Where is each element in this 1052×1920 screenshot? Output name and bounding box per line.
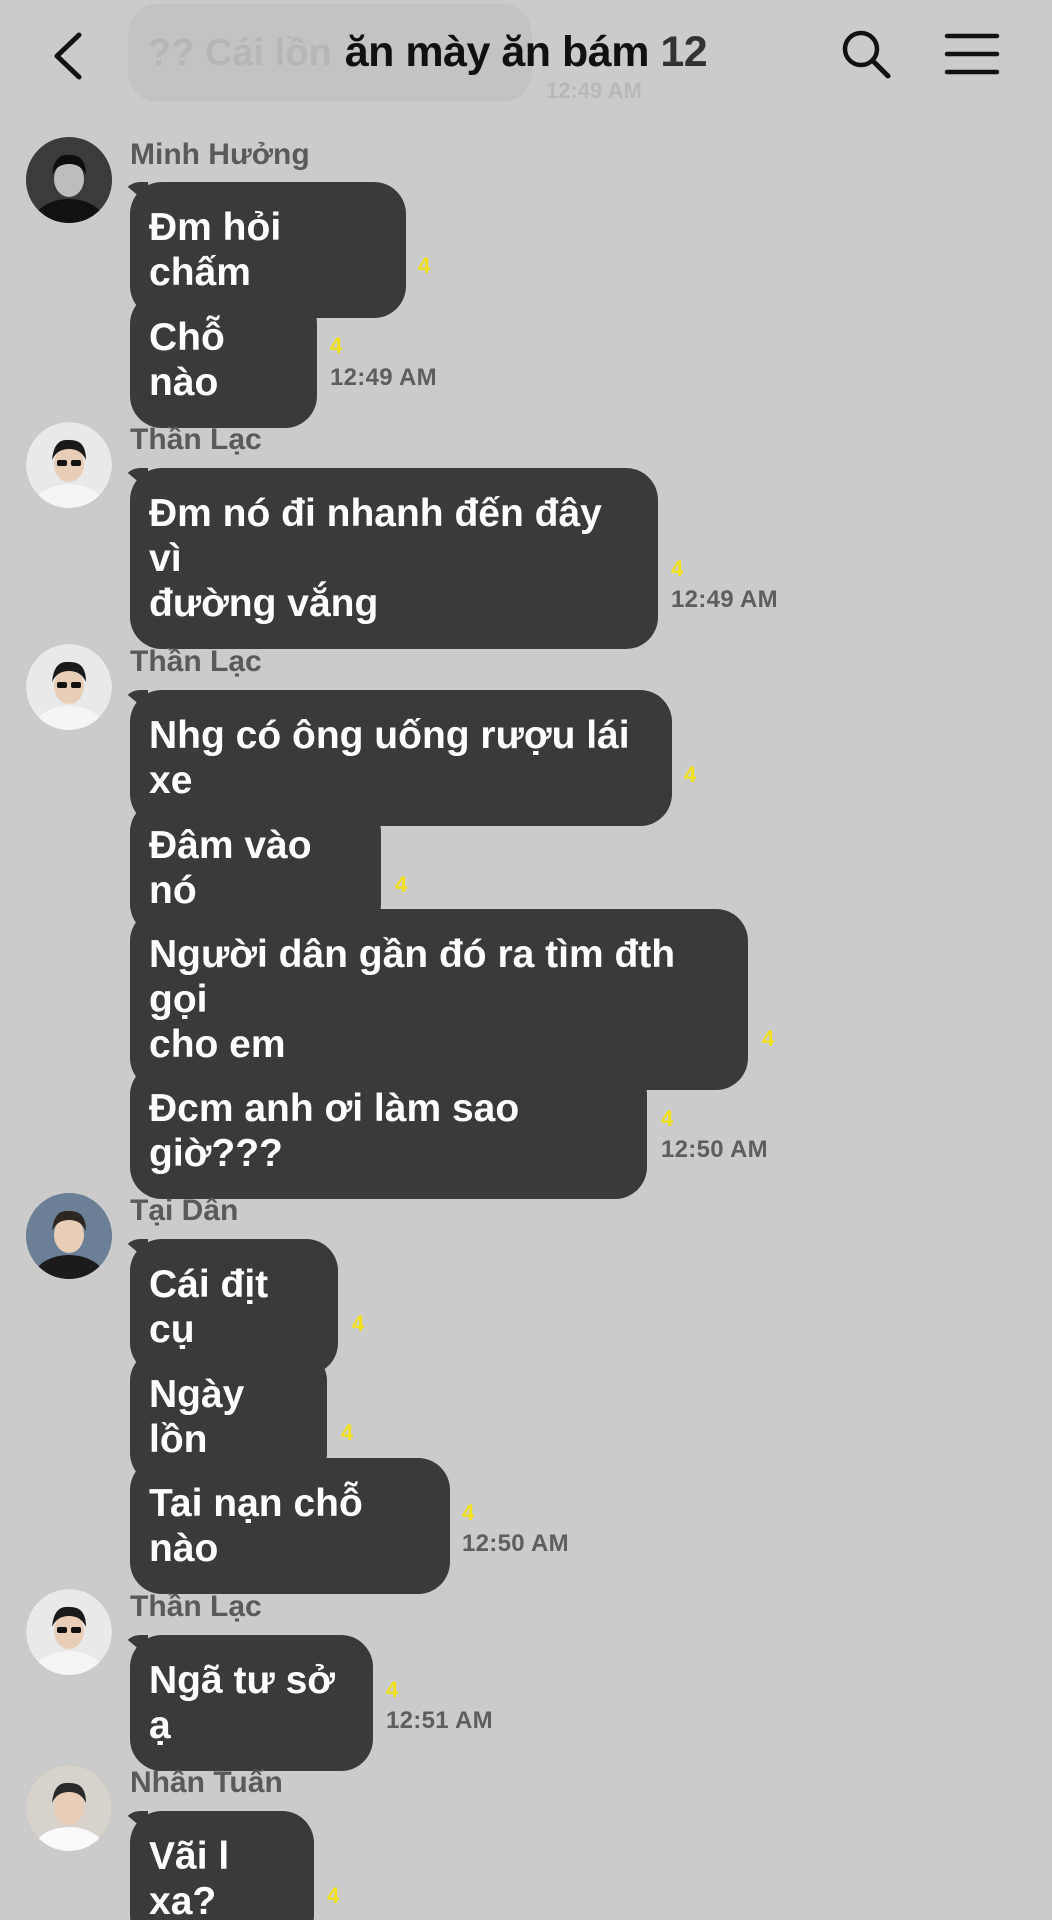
unread-count: 4 [418, 253, 431, 278]
message-timestamp: 12:49 AM [671, 586, 778, 613]
unread-count: 4 [341, 1420, 354, 1445]
sender-name: Nhân Tuấn [130, 1766, 283, 1799]
avatar[interactable] [26, 137, 112, 223]
sender-name: Thần Lạc [130, 1590, 262, 1623]
message-bubble[interactable]: Tai nạn chỗ nào [130, 1458, 450, 1594]
chat-title[interactable]: ăn mày ăn bám 12 [0, 28, 1052, 77]
unread-count: 4 [462, 1500, 475, 1525]
search-icon [842, 30, 891, 79]
menu-button[interactable] [944, 30, 1000, 78]
sender-name: Tại Dân [130, 1194, 239, 1227]
avatar[interactable] [26, 1589, 112, 1675]
unread-count: 4 [395, 872, 408, 897]
unread-count: 4 [762, 1026, 775, 1051]
message-bubble[interactable]: Đm nó đi nhanh đến đây vì đường vắng [130, 468, 658, 649]
message-bubble[interactable]: Vãi l xa? [130, 1811, 314, 1920]
unread-count: 4 [661, 1106, 674, 1131]
sender-name: Thần Lạc [130, 645, 262, 678]
message-bubble[interactable]: Đcm anh ơi làm sao giờ??? [130, 1063, 647, 1199]
message-text: Đm hỏi chấm [149, 206, 282, 294]
unread-count: 4 [330, 333, 343, 358]
message-timestamp: 12:50 AM [462, 1530, 569, 1557]
chat-header: ăn mày ăn bám 12 [0, 0, 1052, 112]
message-timestamp: 12:51 AM [386, 1707, 493, 1734]
message-text: Đcm anh ơi làm sao giờ??? [149, 1087, 520, 1175]
search-button[interactable] [840, 28, 892, 80]
message-text: Ngã tư sở ạ [149, 1659, 335, 1747]
message-text: Cái địt cụ [149, 1263, 269, 1351]
unread-count: 4 [386, 1677, 399, 1702]
message-text: Vãi l xa? [149, 1835, 230, 1920]
sender-name: Thần Lạc [130, 423, 262, 456]
message-bubble[interactable]: Ngã tư sở ạ [130, 1635, 373, 1771]
avatar[interactable] [26, 644, 112, 730]
member-count: 12 [660, 28, 708, 76]
hamburger-menu-icon [944, 33, 1000, 75]
chat-screen: ?? Cái lồn 12:49 AM ăn mày ăn bám 12 Min… [0, 0, 1052, 1920]
message-text: Chỗ nào [149, 316, 225, 404]
message-text: Người dân gần đó ra tìm đth gọi cho em [149, 933, 676, 1066]
message-bubble[interactable]: Chỗ nào [130, 292, 317, 428]
unread-count: 4 [352, 1311, 365, 1336]
avatar[interactable] [26, 1193, 112, 1279]
avatar[interactable] [26, 1765, 112, 1851]
sender-name: Minh Hưởng [130, 138, 310, 171]
message-text: Đm nó đi nhanh đến đây vì đường vắng [149, 492, 602, 625]
unread-count: 4 [327, 1883, 340, 1908]
unread-count: 4 [684, 762, 697, 787]
message-text: Nhg có ông uống rượu lái xe [149, 714, 630, 802]
message-text: Đâm vào nó [149, 824, 312, 912]
message-timestamp: 12:49 AM [330, 364, 437, 391]
message-text: Ngày lồn [149, 1373, 245, 1461]
message-text: Tai nạn chỗ nào [149, 1482, 363, 1570]
avatar[interactable] [26, 422, 112, 508]
group-name: ăn mày ăn bám [344, 28, 650, 76]
message-timestamp: 12:50 AM [661, 1136, 768, 1163]
unread-count: 4 [671, 556, 684, 581]
